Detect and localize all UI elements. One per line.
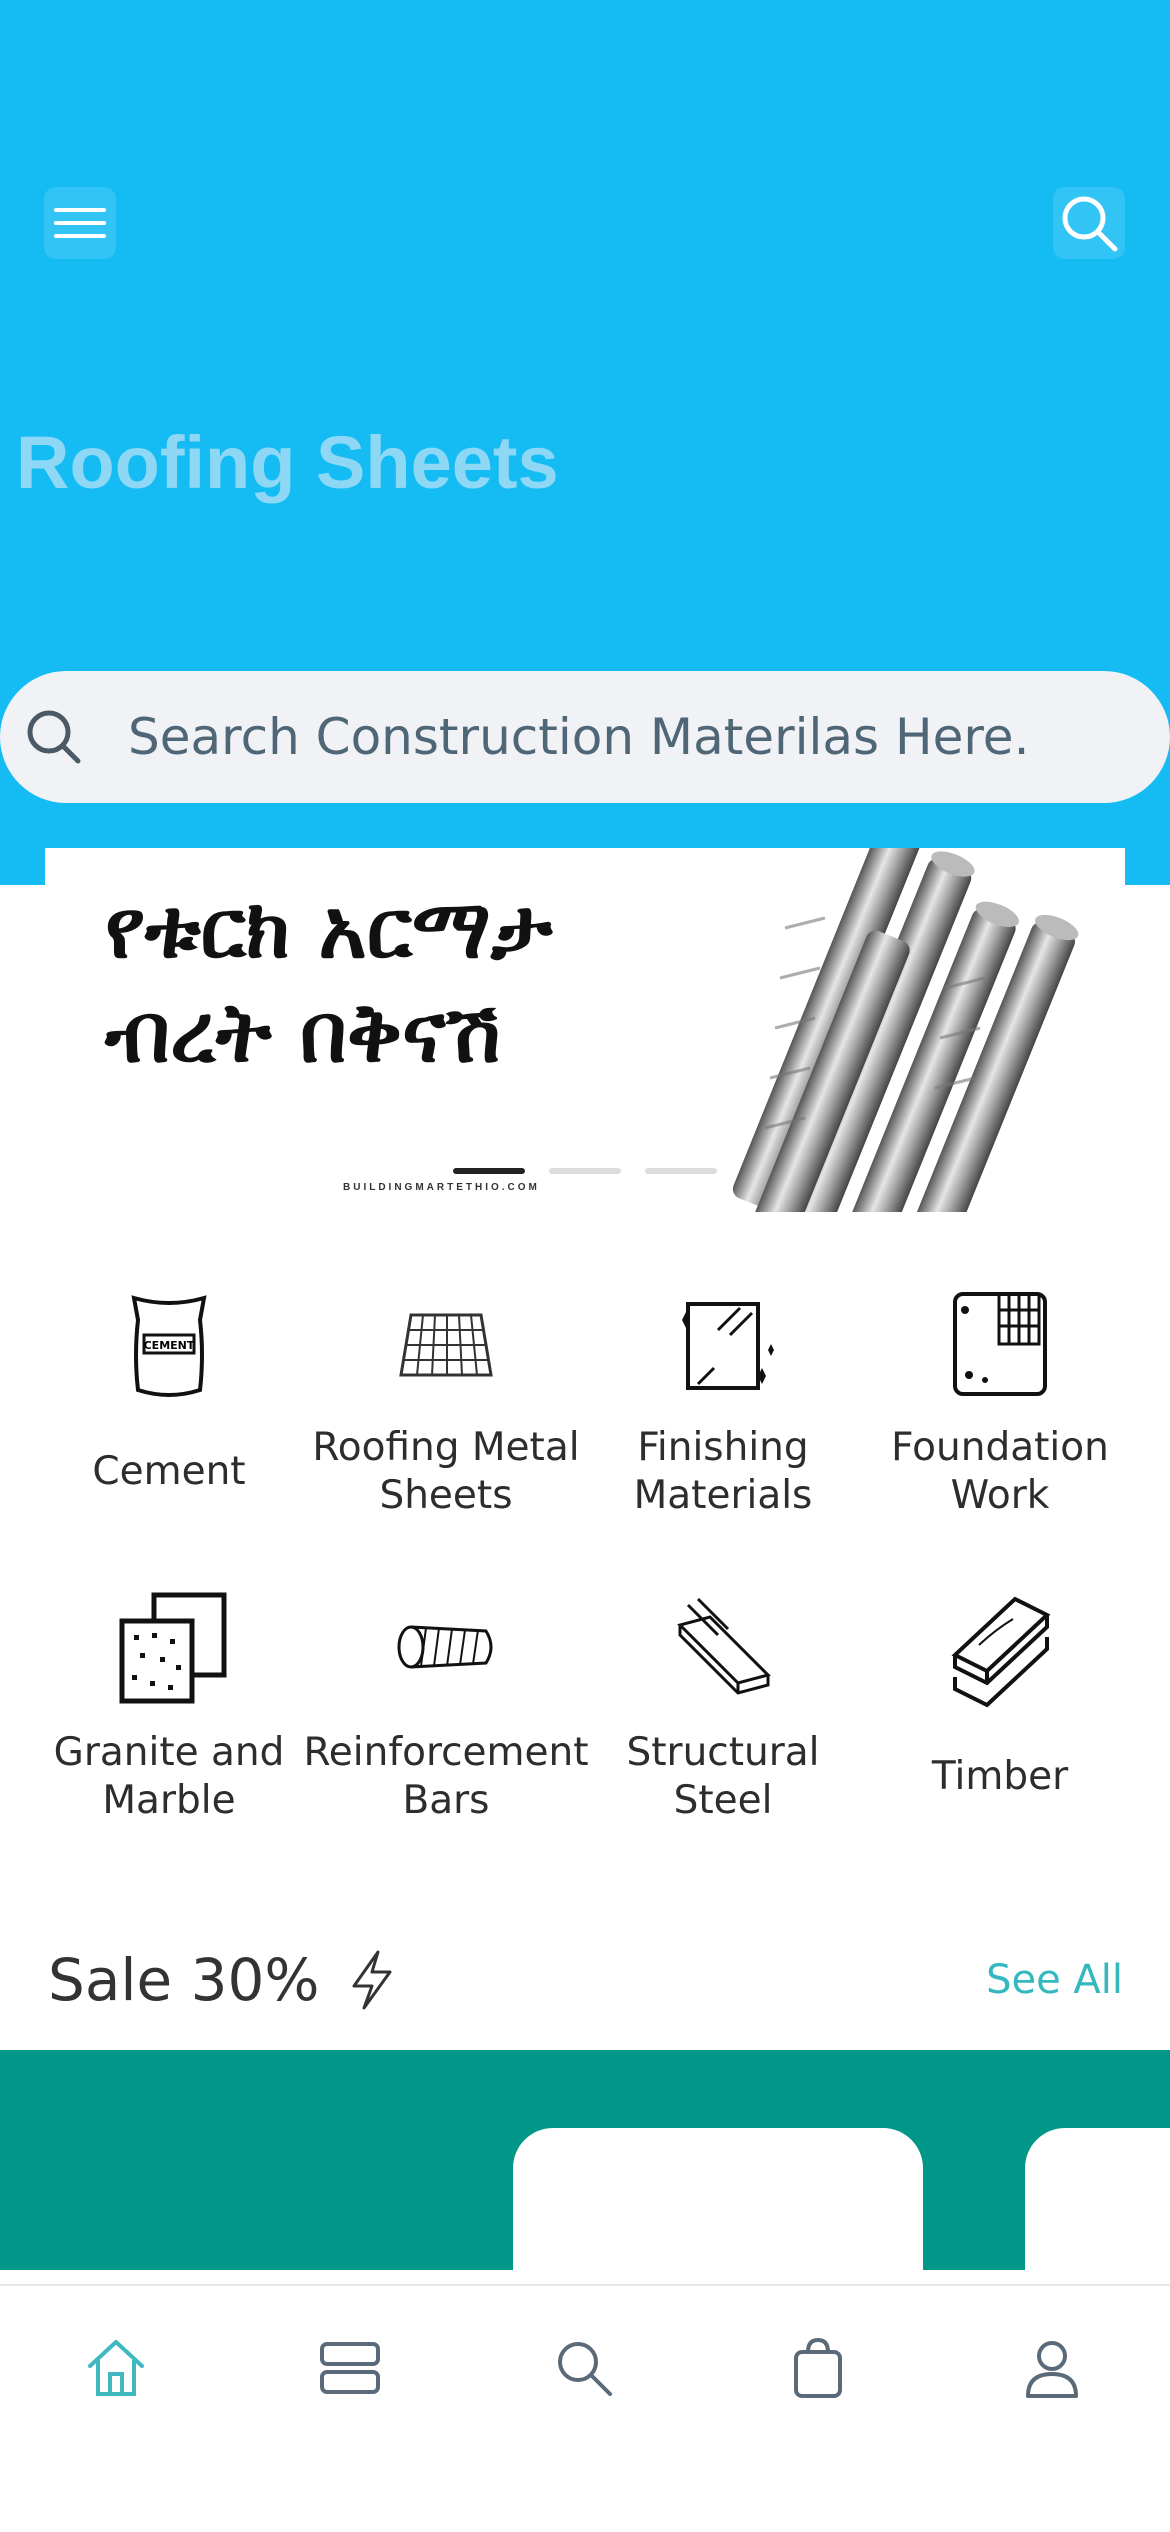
category-granite-marble[interactable]: Granite and Marble [30, 1585, 308, 1827]
category-label: Timber [931, 1754, 1069, 1799]
hamburger-icon [54, 208, 106, 238]
timber-planks-icon [951, 1596, 1051, 1708]
category-timber[interactable]: Timber [861, 1585, 1139, 1827]
page-title: Roofing Sheets [16, 421, 559, 504]
sale-products-strip [0, 2050, 1170, 2270]
category-label: Reinforcement Bars [303, 1730, 589, 1823]
carousel-indicator [453, 1168, 717, 1174]
glass-panel-icon [682, 1302, 774, 1390]
product-card[interactable] [513, 2128, 923, 2270]
roofing-sheet-icon [399, 1313, 493, 1377]
search-input[interactable] [126, 707, 1106, 767]
category-label: Foundation Work [891, 1425, 1109, 1518]
layers-icon [320, 2342, 380, 2394]
bottom-nav [0, 2284, 1170, 2532]
carousel-dot[interactable] [549, 1168, 621, 1174]
promo-banner[interactable]: የቱርክ አርማታ ብረት በቅናሽ BUILDINGMARTETHIO.COM [45, 848, 1125, 1212]
nav-profile[interactable] [1010, 2326, 1094, 2410]
category-label: Finishing Materials [633, 1425, 813, 1518]
home-icon [88, 2340, 144, 2396]
menu-button[interactable] [44, 187, 116, 259]
tiles-icon [119, 1592, 227, 1704]
category-label: Roofing Metal Sheets [312, 1425, 580, 1518]
category-cement[interactable]: CEMENT Cement [30, 1280, 308, 1522]
category-roofing-metal-sheets[interactable]: Roofing Metal Sheets [307, 1280, 585, 1522]
nav-home[interactable] [74, 2326, 158, 2410]
foundation-icon [953, 1292, 1047, 1396]
header-search-button[interactable] [1053, 187, 1125, 259]
cement-bag-icon: CEMENT [131, 1295, 207, 1397]
shopping-bag-icon [794, 2337, 842, 2398]
sale-title: Sale 30% [48, 1946, 400, 2014]
sale-section-header: Sale 30% See All [48, 1940, 1123, 2020]
carousel-dot[interactable] [453, 1168, 525, 1174]
user-icon [1026, 2341, 1078, 2398]
see-all-link[interactable]: See All [986, 1957, 1123, 2003]
rebar-icon [397, 1625, 493, 1669]
header: Roofing Sheets [0, 0, 1170, 885]
svg-text:CEMENT: CEMENT [144, 1339, 195, 1352]
nav-search[interactable] [542, 2326, 626, 2410]
search-bar[interactable] [0, 671, 1170, 803]
category-label: Granite and Marble [53, 1730, 285, 1823]
search-icon [27, 710, 81, 764]
category-reinforcement-bars[interactable]: Reinforcement Bars [303, 1585, 589, 1827]
sale-title-text: Sale 30% [48, 1946, 320, 2014]
search-icon [558, 2342, 612, 2396]
banner-headline: የቱርክ አርማታ ብረት በቅናሽ [105, 882, 553, 1081]
lightning-icon [352, 1950, 392, 2010]
nav-cart[interactable] [776, 2326, 860, 2410]
steel-beam-icon [677, 1597, 771, 1695]
nav-categories[interactable] [308, 2326, 392, 2410]
product-card[interactable] [1025, 2128, 1170, 2270]
rebar-image [732, 848, 1079, 1212]
category-finishing-materials[interactable]: Finishing Materials [584, 1280, 862, 1522]
search-icon [1062, 196, 1118, 252]
category-label: Structural Steel [626, 1730, 820, 1823]
banner-footer: BUILDINGMARTETHIO.COM [343, 1182, 540, 1193]
category-structural-steel[interactable]: Structural Steel [584, 1585, 862, 1827]
category-label: Cement [92, 1449, 246, 1494]
category-foundation-work[interactable]: Foundation Work [861, 1280, 1139, 1522]
